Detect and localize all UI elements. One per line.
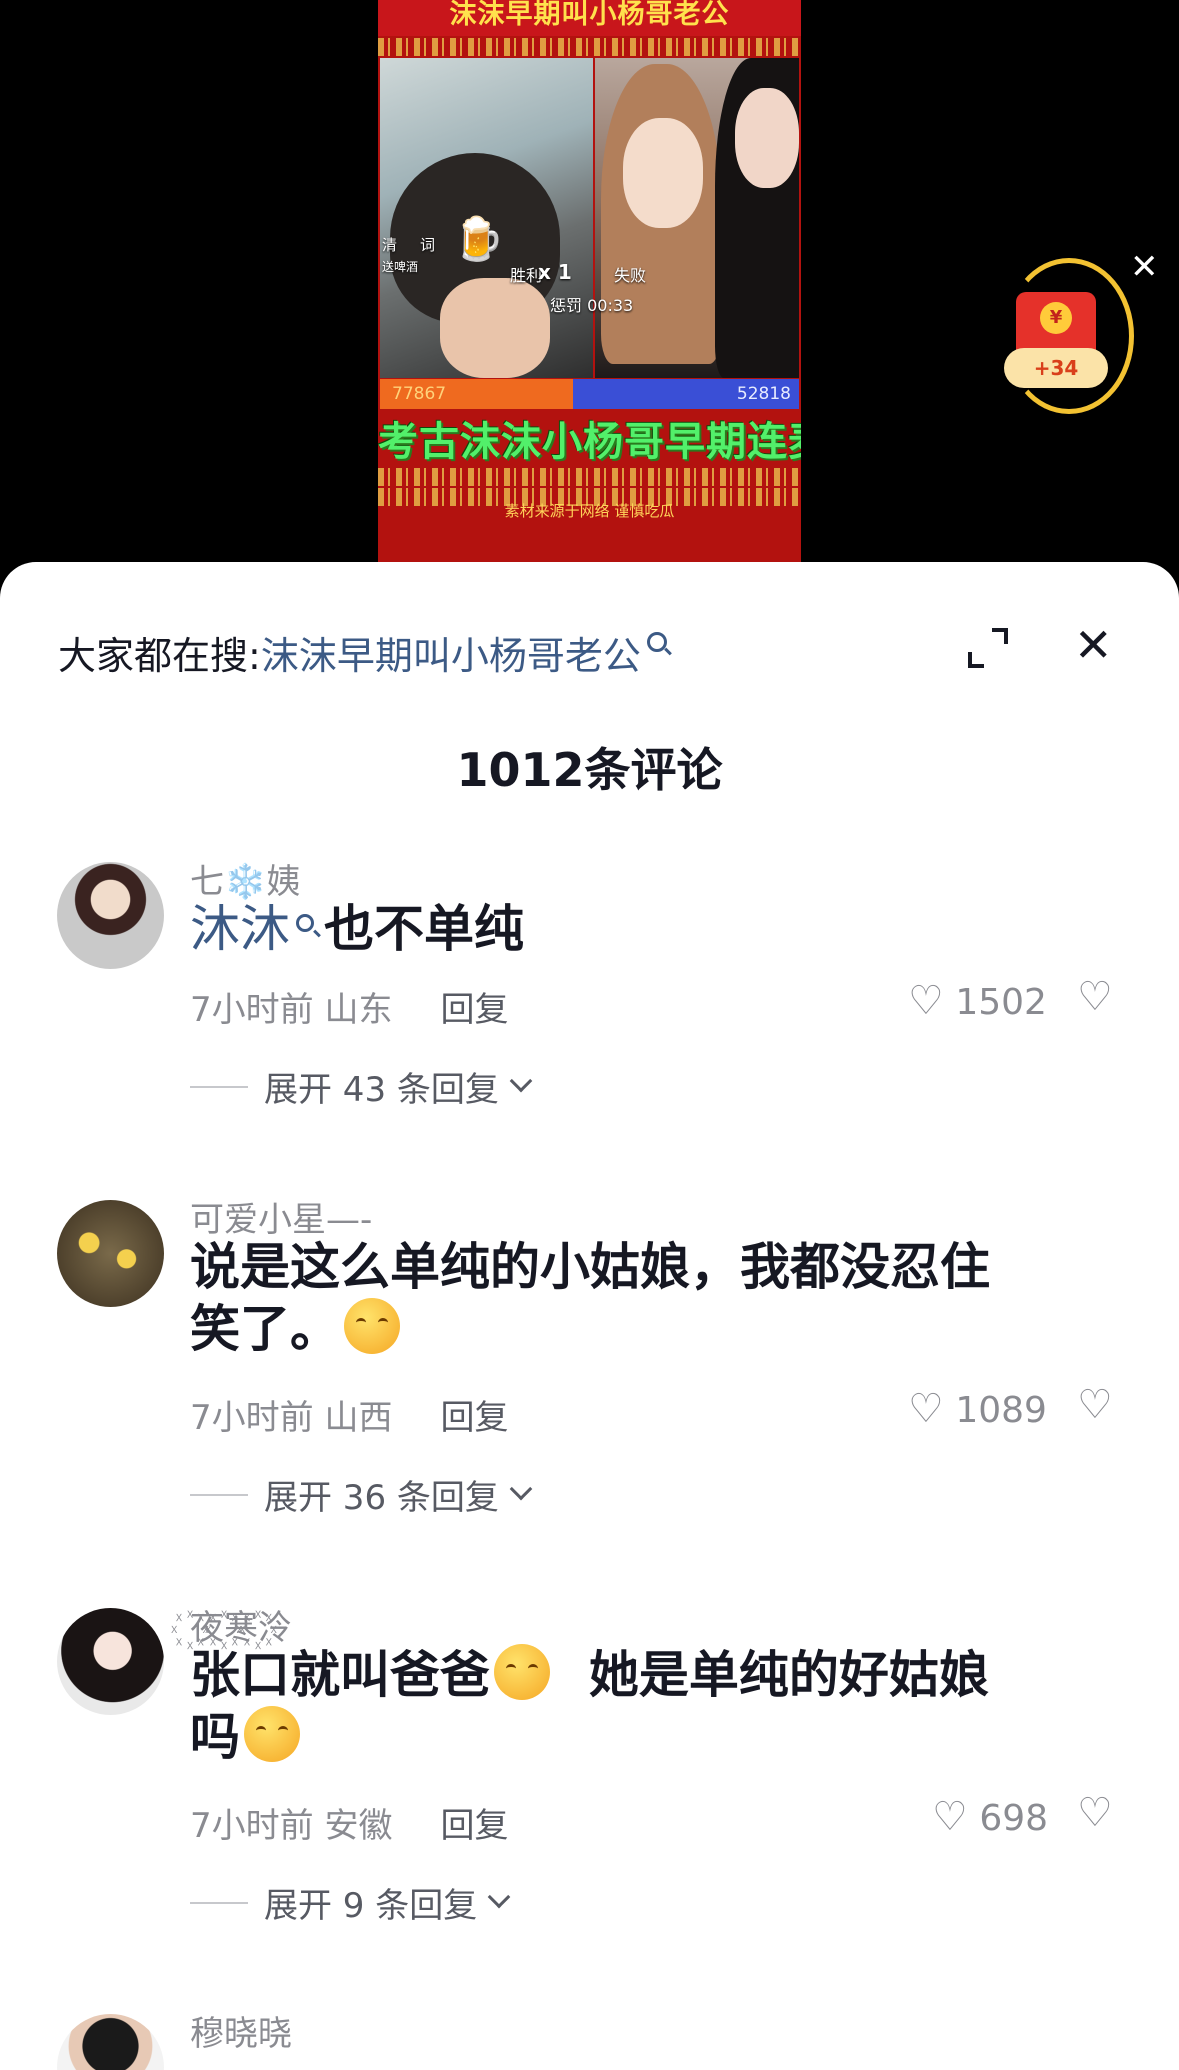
- live-stream-right-panel: [595, 58, 799, 378]
- comment-text-line-2: 吗: [190, 1706, 1120, 1768]
- divider: [190, 1493, 248, 1496]
- laughing-tears-emoji-icon: [244, 1706, 300, 1762]
- comment-meta: 7小时前 安徽 回复: [190, 1798, 508, 1847]
- heart-icon: ♡: [932, 1794, 968, 1840]
- video-credit: 素材来源于网络 谨慎吃瓜: [504, 502, 675, 520]
- expand-replies[interactable]: 展开 43 条回复: [190, 1062, 533, 1111]
- score-left: 77867: [380, 379, 573, 409]
- pk-penalty-timer: 惩罚 00:33: [550, 296, 634, 315]
- trending-search-term[interactable]: 沫沫早期叫小杨哥老公: [261, 625, 641, 680]
- search-icon: [646, 632, 667, 652]
- like-button[interactable]: ♡ 698: [932, 1794, 1048, 1840]
- live-stream-left-panel: 清 词 送啤酒 🍺: [380, 58, 593, 378]
- avatar[interactable]: [57, 2014, 164, 2070]
- huffing-emoji-icon: [494, 1644, 550, 1700]
- avatar[interactable]: [57, 1608, 164, 1715]
- heart-icon: ♡: [908, 978, 944, 1024]
- dislike-heart-icon[interactable]: ♡: [1077, 1382, 1113, 1428]
- heart-icon: ♡: [908, 1386, 944, 1432]
- pk-lose-label: 失败: [614, 266, 647, 285]
- beer-mug-icon: 🍺: [452, 214, 505, 263]
- trending-search-prefix: 大家都在搜:: [58, 633, 261, 678]
- comment-text-body: 也不单纯: [324, 900, 524, 958]
- comment-text: 张口就叫爸爸 她是单纯的好姑娘 吗: [190, 1644, 1120, 1768]
- expand-replies-label: 展开 36 条回复: [264, 1478, 499, 1518]
- pk-multiplier: x 1: [538, 260, 572, 284]
- comment-meta: 7小时前 山东 回复: [190, 982, 508, 1031]
- decorative-border: [378, 38, 801, 56]
- comment-username[interactable]: 穆晓晓: [190, 2006, 292, 2055]
- reply-button[interactable]: 回复: [440, 1398, 508, 1438]
- pk-label-ci: 词: [420, 236, 436, 254]
- comment-time-location: 7小时前 山东: [190, 990, 393, 1030]
- video-top-banner: 沫沫早期叫小杨哥老公: [378, 0, 801, 36]
- expand-replies[interactable]: 展开 9 条回复: [190, 1878, 511, 1927]
- laughing-tears-emoji-icon: [344, 1298, 400, 1354]
- pk-score-bar: 77867 52818: [380, 379, 799, 409]
- expand-icon[interactable]: [968, 628, 1008, 668]
- decorative-border: [378, 468, 801, 486]
- reply-button[interactable]: 回复: [440, 1806, 508, 1846]
- dislike-heart-icon[interactable]: ♡: [1077, 974, 1113, 1020]
- comment-text-line: 张口就叫爸爸 她是单纯的好姑娘: [190, 1644, 989, 1704]
- divider: [190, 1085, 248, 1088]
- comment-count-title: 1012条评论: [456, 743, 723, 797]
- like-count: 1502: [955, 982, 1047, 1023]
- like-button[interactable]: ♡ 1502: [908, 978, 1047, 1024]
- video-bottom-banner: 考古沫沫小杨哥早期连麦: [378, 419, 801, 465]
- comment-time-location: 7小时前 安徽: [190, 1806, 393, 1846]
- like-count: 1089: [955, 1390, 1047, 1431]
- coin-icon: ¥: [1040, 302, 1072, 334]
- comment-meta: 7小时前 山西 回复: [190, 1390, 508, 1439]
- expand-replies[interactable]: 展开 36 条回复: [190, 1470, 533, 1519]
- video-player[interactable]: 沫沫早期叫小杨哥老公 清 词 送啤酒 🍺 胜利 x 1 失败 惩罚 00:33 …: [0, 0, 1179, 600]
- comment-text-line-2: 笑了。: [190, 1298, 1120, 1360]
- comment-username[interactable]: 可爱小星—-: [190, 1192, 372, 1241]
- reward-bonus: +34: [1004, 348, 1108, 388]
- video-frame[interactable]: 沫沫早期叫小杨哥老公 清 词 送啤酒 🍺 胜利 x 1 失败 惩罚 00:33 …: [378, 0, 801, 562]
- comment-username[interactable]: 七❄️姨: [190, 854, 300, 903]
- chevron-down-icon: [509, 1069, 533, 1092]
- pk-label-gift: 送啤酒: [382, 260, 419, 274]
- dislike-heart-icon[interactable]: ♡: [1077, 1790, 1113, 1836]
- comment-text: 说是这么单纯的小姑娘，我都没忍住 笑了。: [190, 1236, 1120, 1360]
- comment-mention[interactable]: 沐沐: [190, 900, 290, 958]
- comment-username[interactable]: ꙰夜꙰寒꙰泠: [190, 1600, 292, 1649]
- close-icon[interactable]: ✕: [1130, 250, 1159, 284]
- chevron-down-icon: [487, 1885, 511, 1908]
- like-count: 698: [979, 1798, 1049, 1839]
- trending-search[interactable]: 大家都在搜: 沫沫早期叫小杨哥老公: [58, 626, 667, 678]
- avatar[interactable]: [57, 1200, 164, 1307]
- guest-face: [623, 118, 703, 228]
- streamer-face: [440, 278, 550, 378]
- red-packet-reward[interactable]: ¥ +34: [1004, 258, 1134, 414]
- comment-text-line: 说是这么单纯的小姑娘，我都没忍住: [190, 1238, 990, 1296]
- comment-time-location: 7小时前 山西: [190, 1398, 393, 1438]
- guest2-face: [735, 88, 799, 188]
- close-icon[interactable]: ✕: [1074, 620, 1113, 670]
- score-right: 52818: [572, 379, 799, 409]
- search-icon: [296, 914, 314, 932]
- avatar[interactable]: [57, 862, 164, 969]
- pk-label-qing: 清: [382, 236, 398, 254]
- chevron-down-icon: [509, 1477, 533, 1500]
- expand-replies-label: 展开 9 条回复: [264, 1886, 478, 1926]
- expand-replies-label: 展开 43 条回复: [264, 1070, 499, 1110]
- like-button[interactable]: ♡ 1089: [908, 1386, 1047, 1432]
- comment-sheet: 大家都在搜: 沫沫早期叫小杨哥老公 ✕ 1012条评论 七❄️姨 沐沐 也不单纯 …: [0, 562, 1179, 2070]
- comment-text: 沐沐 也不单纯: [190, 898, 1120, 960]
- divider: [190, 1901, 248, 1904]
- reply-button[interactable]: 回复: [440, 990, 508, 1030]
